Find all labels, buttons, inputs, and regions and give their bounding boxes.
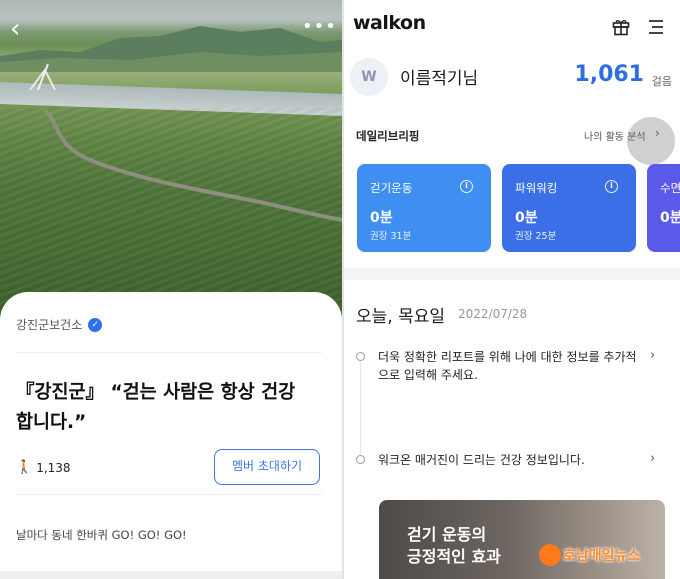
avatar[interactable]: W <box>350 58 388 96</box>
daily-briefing-label: 데일리브리핑 <box>356 129 420 143</box>
watermark-text: 호남매일뉴스 <box>563 548 641 564</box>
card-label: 수면 <box>660 181 680 195</box>
menu-icon[interactable] <box>647 18 665 36</box>
divider <box>16 494 322 495</box>
community-title: 『강진군』 “걷는 사람은 항상 건강합니다.” <box>16 382 296 433</box>
header-photo: ‹ ••• <box>0 0 342 320</box>
bottom-separator <box>0 571 342 579</box>
card-value: 0분 <box>660 210 680 226</box>
chevron-right-icon: › <box>650 348 656 363</box>
banner-line: 걷기 운동의 <box>407 525 487 544</box>
more-horizontal-icon: ••• <box>302 16 337 37</box>
divider <box>16 352 322 353</box>
info-sheet: 강진군보건소 ✓ 『강진군』 “걷는 사람은 항상 건강합니다.” 🚶 1,13… <box>0 292 342 579</box>
briefing-card-sleep[interactable]: 수면 0분 <box>647 164 680 252</box>
feed-item-magazine[interactable]: 워크온 매거진이 드리는 건강 정보입니다. › <box>356 451 672 471</box>
timeline-dot-icon <box>356 352 365 361</box>
verified-check-icon: ✓ <box>88 317 103 332</box>
card-recommendation: 권장 31분 <box>370 231 412 242</box>
step-unit: 걸음 <box>651 75 672 88</box>
back-button[interactable]: ‹ <box>10 14 38 44</box>
news-watermark: 호남매일뉴스 <box>539 544 640 566</box>
organization-row[interactable]: 강진군보건소 ✓ <box>16 316 103 333</box>
card-value: 0분 <box>370 210 393 226</box>
community-panel: ‹ ••• 강진군보건소 ✓ 『강진군』 “걷는 사람은 항상 건강합니다.” … <box>0 0 342 579</box>
feed-item-profile-info[interactable]: 더욱 정확한 리포트를 위해 나에 대한 정보를 추가적으로 입력해 주세요. … <box>356 348 672 388</box>
section-separator <box>344 268 680 280</box>
walkon-home-panel: walkon W 이름적기님 1,061 걸음 데일리브리핑 나의 활동 분석 … <box>344 0 680 579</box>
briefing-card-walking[interactable]: 걷기운동 i 0분 권장 31분 <box>357 164 491 252</box>
community-description: 날마다 동네 한바퀴 GO! GO! GO! <box>16 528 187 542</box>
today-date: 2022/07/28 <box>458 307 528 321</box>
info-icon[interactable]: i <box>605 180 618 193</box>
info-icon[interactable]: i <box>460 180 473 193</box>
watermark-logo-icon <box>539 544 561 566</box>
gift-icon[interactable] <box>612 18 630 36</box>
feed-text: 워크온 매거진이 드리는 건강 정보입니다. <box>378 453 585 467</box>
banner-line: 긍정적인 효과 <box>407 547 501 566</box>
card-value: 0분 <box>515 210 538 226</box>
walker-icon: 🚶 <box>16 460 33 475</box>
briefing-card-power-walking[interactable]: 파워워킹 i 0분 권장 25분 <box>502 164 636 252</box>
chevron-left-icon: ‹ <box>10 14 21 44</box>
app-logo: walkon <box>353 12 426 34</box>
invite-member-button[interactable]: 멤버 초대하기 <box>214 449 320 485</box>
step-count: 1,061 <box>574 62 644 87</box>
timeline-dot-icon <box>356 455 365 464</box>
today-title: 오늘, 목요일 <box>356 307 446 327</box>
card-recommendation: 권장 25분 <box>515 231 557 242</box>
banner-title: 걷기 운동의 긍정적인 효과 <box>407 524 501 568</box>
member-count-value: 1,138 <box>36 460 71 475</box>
walking-trail <box>29 63 342 222</box>
member-count: 🚶 1,138 <box>16 460 71 475</box>
card-label: 걷기운동 <box>370 181 413 195</box>
organization-name: 강진군보건소 <box>16 318 83 332</box>
feed-text: 더욱 정확한 리포트를 위해 나에 대한 정보를 추가적으로 입력해 주세요. <box>378 350 637 382</box>
card-label: 파워워킹 <box>515 181 558 195</box>
more-button[interactable]: ••• <box>302 14 336 40</box>
chevron-right-icon: › <box>650 451 656 466</box>
magazine-banner[interactable]: 걷기 운동의 긍정적인 효과 호남매일뉴스 <box>379 500 665 579</box>
user-name[interactable]: 이름적기님 <box>400 64 478 89</box>
touch-indicator <box>627 117 675 165</box>
